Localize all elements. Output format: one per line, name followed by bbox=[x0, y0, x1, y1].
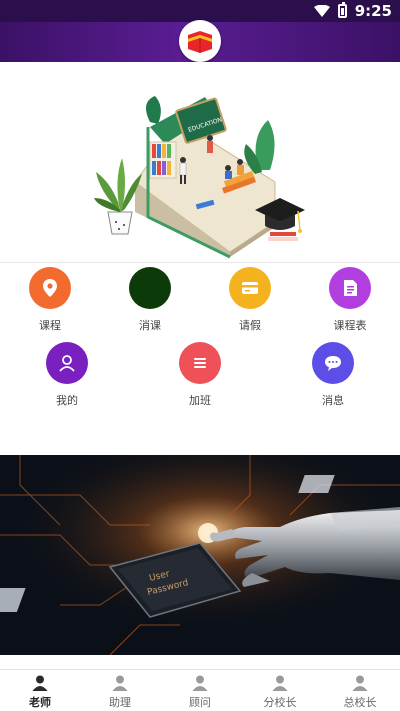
person-icon bbox=[46, 342, 88, 384]
location-pin-icon bbox=[29, 267, 71, 309]
person-icon bbox=[112, 675, 128, 691]
book-logo-icon bbox=[188, 31, 212, 53]
menu-item-leave[interactable]: 请假 bbox=[210, 267, 290, 333]
person-icon bbox=[32, 675, 48, 691]
menu-label: 课程表 bbox=[333, 319, 367, 332]
menu-label: 消息 bbox=[322, 394, 344, 407]
app-logo[interactable] bbox=[179, 20, 221, 62]
tab-label: 分校长 bbox=[263, 696, 297, 709]
tab-consultant[interactable]: 顾问 bbox=[160, 670, 240, 711]
menu-item-mine[interactable]: 我的 bbox=[27, 342, 107, 408]
tab-label: 助理 bbox=[109, 696, 131, 709]
tab-label: 老师 bbox=[29, 696, 51, 709]
tab-teacher[interactable]: 老师 bbox=[0, 670, 80, 711]
tab-head-principal[interactable]: 总校长 bbox=[320, 670, 400, 711]
menu-item-course[interactable]: 课程 bbox=[10, 267, 90, 333]
menu-label: 消课 bbox=[139, 319, 161, 332]
tab-label: 总校长 bbox=[343, 696, 377, 709]
hero-illustration: EDUCATION bbox=[0, 62, 400, 262]
menu-label: 课程 bbox=[39, 319, 61, 332]
person-icon bbox=[192, 675, 208, 691]
document-icon bbox=[329, 267, 371, 309]
status-bar: 9:25 bbox=[0, 0, 400, 22]
tab-branch-principal[interactable]: 分校长 bbox=[240, 670, 320, 711]
bottom-tab-bar: 老师 助理 顾问 分校长 总校长 bbox=[0, 669, 400, 711]
chat-bubble-icon bbox=[312, 342, 354, 384]
battery-icon bbox=[337, 2, 347, 18]
list-icon bbox=[179, 342, 221, 384]
dark-circle-icon bbox=[129, 267, 171, 309]
person-icon bbox=[352, 675, 368, 691]
menu-label: 加班 bbox=[189, 394, 211, 407]
tab-label: 顾问 bbox=[189, 696, 211, 709]
menu-item-consume-lesson[interactable]: 消课 bbox=[110, 267, 190, 333]
section-divider bbox=[0, 262, 400, 263]
menu-label: 请假 bbox=[239, 319, 261, 332]
promo-banner[interactable]: User Password bbox=[0, 455, 400, 655]
tab-assistant[interactable]: 助理 bbox=[80, 670, 160, 711]
menu-item-overtime[interactable]: 加班 bbox=[160, 342, 240, 408]
wifi-icon bbox=[313, 5, 330, 17]
status-icons: 9:25 bbox=[313, 2, 392, 20]
menu-label: 我的 bbox=[56, 394, 78, 407]
person-icon bbox=[272, 675, 288, 691]
status-time: 9:25 bbox=[354, 2, 392, 20]
card-icon bbox=[229, 267, 271, 309]
menu-item-message[interactable]: 消息 bbox=[293, 342, 373, 408]
menu-item-schedule[interactable]: 课程表 bbox=[310, 267, 390, 333]
